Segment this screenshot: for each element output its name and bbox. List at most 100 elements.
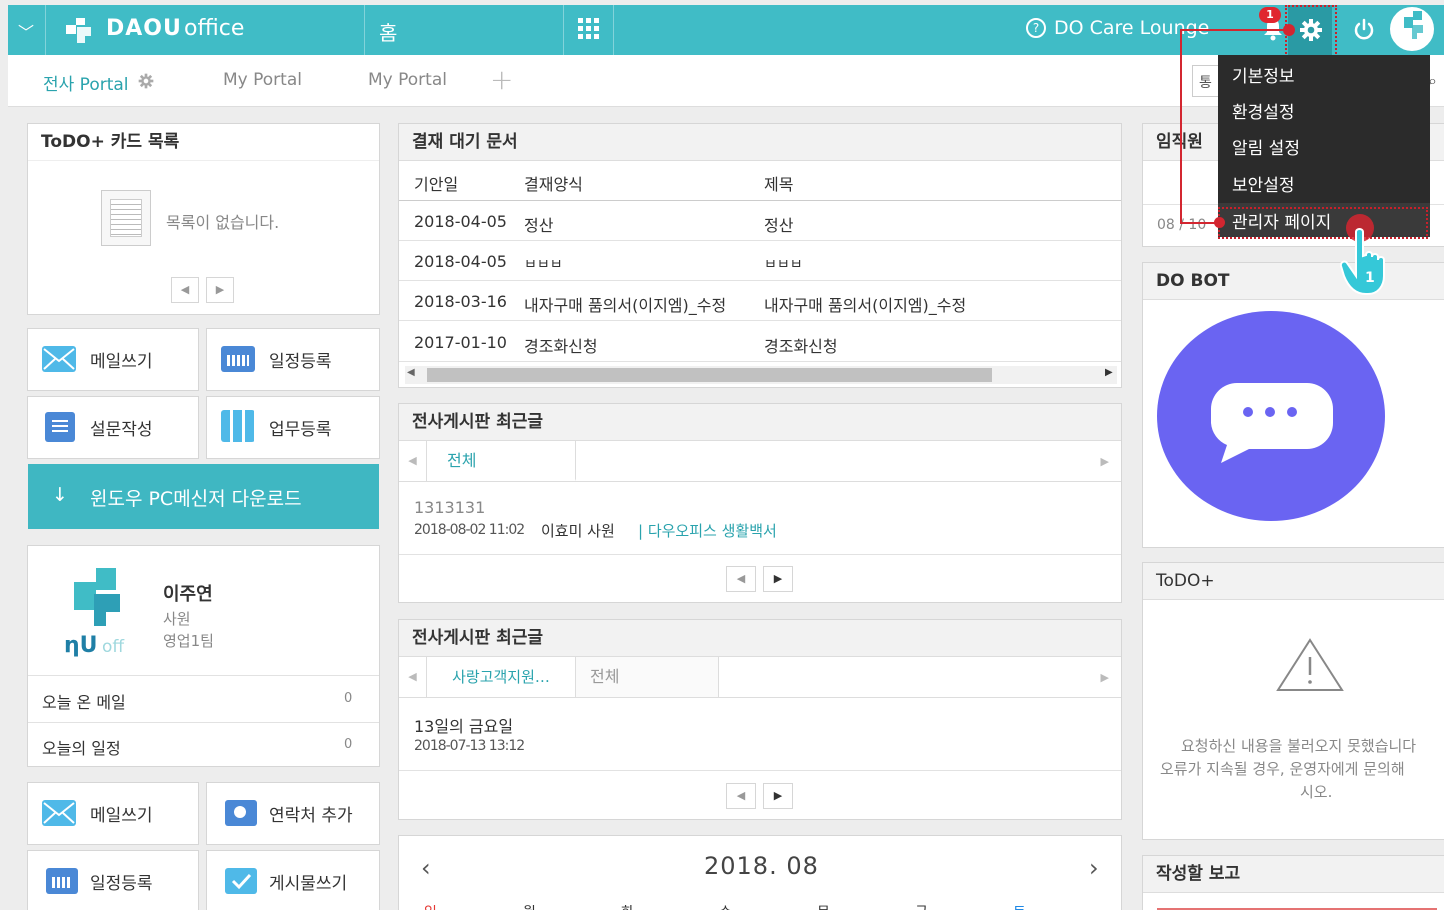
report-title: 작성할 보고 bbox=[1143, 856, 1444, 893]
portal-screen: ﹀ DAOU office 홈 ? DO Care Lounge 1 전사 Po… bbox=[0, 0, 1444, 910]
profile-team: 영업1팀 bbox=[163, 632, 214, 650]
menu-basic-info[interactable]: 기본정보 bbox=[1232, 62, 1295, 87]
todo-error-line-2: 오류가 지속될 경우, 운영자에게 문의해 bbox=[1160, 760, 1405, 778]
add-schedule-button[interactable]: 일정등록 bbox=[206, 328, 380, 391]
write-mail-button-2[interactable]: 메일쓰기 bbox=[27, 782, 199, 845]
download-messenger-button[interactable]: ↓ 윈도우 PC메신저 다운로드 bbox=[28, 464, 379, 529]
write-survey-button[interactable]: 설문작성 bbox=[27, 396, 199, 459]
help-icon: ? bbox=[1026, 18, 1046, 38]
todo-plus-title: ToDO+ bbox=[1143, 563, 1444, 600]
add-contact-button[interactable]: 연락처 추가 bbox=[206, 782, 380, 845]
weekday-sun: 일 bbox=[424, 902, 437, 910]
home-menu[interactable]: 홈 bbox=[379, 17, 397, 46]
next-page-button[interactable]: ▶ bbox=[206, 277, 234, 303]
prev-page-button[interactable]: ◀ bbox=[726, 566, 756, 592]
warning-icon bbox=[1275, 637, 1345, 693]
next-page-button[interactable]: ▶ bbox=[763, 783, 793, 809]
apps-grid-icon[interactable] bbox=[578, 18, 600, 40]
board-panel-1: 전사게시판 최근글 ◀ 전체 ▶ 1313131 2018-08-02 11:0… bbox=[398, 403, 1122, 603]
calendar-month: 2018. 08 bbox=[704, 852, 819, 880]
next-page-button[interactable]: ▶ bbox=[763, 566, 793, 592]
profile-panel: ηU off 이주연 사원 영업1팀 오늘 온 메일 0 오늘의 일정 0 bbox=[27, 545, 380, 767]
add-schedule-button-2[interactable]: 일정등록 bbox=[27, 850, 199, 910]
download-label: 윈도우 PC메신저 다운로드 bbox=[90, 488, 302, 510]
approval-row-subject[interactable]: ㅂㅂㅂ bbox=[764, 254, 803, 274]
svg-text:off: off bbox=[102, 637, 125, 657]
chatbot-icon[interactable] bbox=[1157, 311, 1385, 521]
add-tab-button[interactable]: + bbox=[490, 63, 513, 96]
care-lounge-link[interactable]: DO Care Lounge bbox=[1054, 17, 1209, 39]
scrollbar-thumb[interactable] bbox=[427, 368, 992, 382]
menu-notification-settings[interactable]: 알림 설정 bbox=[1232, 134, 1300, 159]
document-icon bbox=[101, 190, 151, 246]
tab-scroll-right[interactable]: ▶ bbox=[1101, 455, 1109, 468]
approval-row-form: 경조화신청 bbox=[524, 337, 598, 356]
board1-post-board[interactable]: | 다우오피스 생활백서 bbox=[638, 520, 777, 541]
approval-row-subject[interactable]: 정산 bbox=[764, 212, 793, 236]
avatar[interactable] bbox=[1388, 5, 1436, 53]
col-form: 결재양식 bbox=[524, 175, 583, 194]
board1-title: 전사게시판 최근글 bbox=[399, 404, 1121, 441]
prev-page-button[interactable]: ◀ bbox=[171, 277, 199, 303]
calendar-icon bbox=[46, 868, 78, 894]
add-task-button[interactable]: 업무등록 bbox=[206, 396, 380, 459]
menu-security-settings[interactable]: 보안설정 bbox=[1232, 171, 1295, 196]
todo-card-title: ToDO+ 카드 목록 bbox=[28, 124, 379, 161]
menu-preferences[interactable]: 환경설정 bbox=[1232, 98, 1295, 123]
mail-icon bbox=[42, 800, 76, 826]
tab-scroll-right[interactable]: ▶ bbox=[1101, 671, 1109, 684]
board2-post-title[interactable]: 13일의 금요일 bbox=[414, 713, 513, 737]
today-mail-label[interactable]: 오늘 온 메일 bbox=[42, 689, 126, 713]
mail-icon bbox=[42, 346, 76, 372]
tab-company-portal[interactable]: 전사 Portal bbox=[43, 70, 129, 95]
approval-row-subject[interactable]: 내자구매 품의서(이지엠)_수정 bbox=[764, 292, 966, 316]
horizontal-scrollbar[interactable]: ◀ ▶ bbox=[405, 366, 1117, 384]
contact-icon bbox=[225, 800, 257, 826]
write-post-button[interactable]: 게시물쓰기 bbox=[206, 850, 380, 910]
todo-empty-text: 목록이 없습니다. bbox=[166, 213, 280, 232]
tab-my-portal-2[interactable]: My Portal bbox=[368, 70, 447, 90]
approval-row-form: ㅂㅂㅂ bbox=[524, 257, 563, 273]
weekday-thu: 목 bbox=[817, 902, 830, 910]
board1-tab-all[interactable]: 전체 bbox=[427, 441, 576, 481]
logo-icon bbox=[63, 15, 97, 45]
chevron-down-icon[interactable]: ﹀ bbox=[18, 19, 34, 43]
calendar-next-icon[interactable]: › bbox=[1089, 854, 1099, 882]
board1-tab-strip: ◀ 전체 ▶ bbox=[399, 441, 1121, 482]
col-date: 기안일 bbox=[414, 175, 459, 194]
approval-panel: 결재 대기 문서 기안일 결재양식 제목 2018-04-05 정산 정산 20… bbox=[398, 123, 1122, 388]
approval-row-subject[interactable]: 경조화신청 bbox=[764, 333, 838, 357]
todo-plus-panel: ToDO+ 요청하신 내용을 불러오지 못했습니다 오류가 지속될 경우, 운영… bbox=[1142, 562, 1444, 840]
logo-suffix: office bbox=[184, 16, 245, 41]
add-schedule-label-2: 일정등록 bbox=[90, 874, 153, 894]
board2-tab-strip: ◀ 사랑고객지원… 전체 ▶ bbox=[399, 657, 1121, 698]
calendar-prev-icon[interactable]: ‹ bbox=[421, 854, 431, 882]
company-logo-icon: ηU off bbox=[64, 564, 134, 659]
weekday-wed: 수 bbox=[719, 902, 732, 910]
tab-my-portal-1[interactable]: My Portal bbox=[223, 70, 302, 90]
board1-post-title[interactable]: 1313131 bbox=[414, 498, 485, 517]
logo-text: DAOU bbox=[106, 16, 182, 41]
approval-row-form: 내자구매 품의서(이지엠)_수정 bbox=[524, 296, 727, 315]
today-schedule-label[interactable]: 오늘의 일정 bbox=[42, 735, 121, 759]
today-mail-count: 0 bbox=[344, 691, 353, 706]
download-icon: ↓ bbox=[52, 484, 68, 506]
tab-scroll-left[interactable]: ◀ bbox=[399, 441, 427, 481]
power-icon[interactable] bbox=[1352, 18, 1376, 42]
weekday-fri: 금 bbox=[915, 902, 928, 910]
add-schedule-label: 일정등록 bbox=[269, 352, 332, 372]
board2-title: 전사게시판 최근글 bbox=[399, 620, 1121, 657]
profile-position: 사원 bbox=[163, 610, 191, 628]
callout-dot bbox=[1283, 24, 1295, 36]
board2-tab-all[interactable]: 전체 bbox=[576, 657, 719, 697]
approval-row-date: 2018-04-05 bbox=[414, 212, 507, 231]
approval-title: 결재 대기 문서 bbox=[399, 124, 1121, 161]
gear-icon[interactable] bbox=[138, 73, 154, 89]
prev-page-button[interactable]: ◀ bbox=[726, 783, 756, 809]
approval-row-date: 2018-04-05 bbox=[414, 252, 507, 271]
board1-post-date: 2018-08-02 11:02 bbox=[414, 522, 525, 538]
board2-tab-customer[interactable]: 사랑고객지원… bbox=[427, 657, 576, 697]
tab-scroll-left[interactable]: ◀ bbox=[399, 657, 427, 697]
write-mail-button[interactable]: 메일쓰기 bbox=[27, 328, 199, 391]
write-survey-label: 설문작성 bbox=[90, 420, 153, 440]
